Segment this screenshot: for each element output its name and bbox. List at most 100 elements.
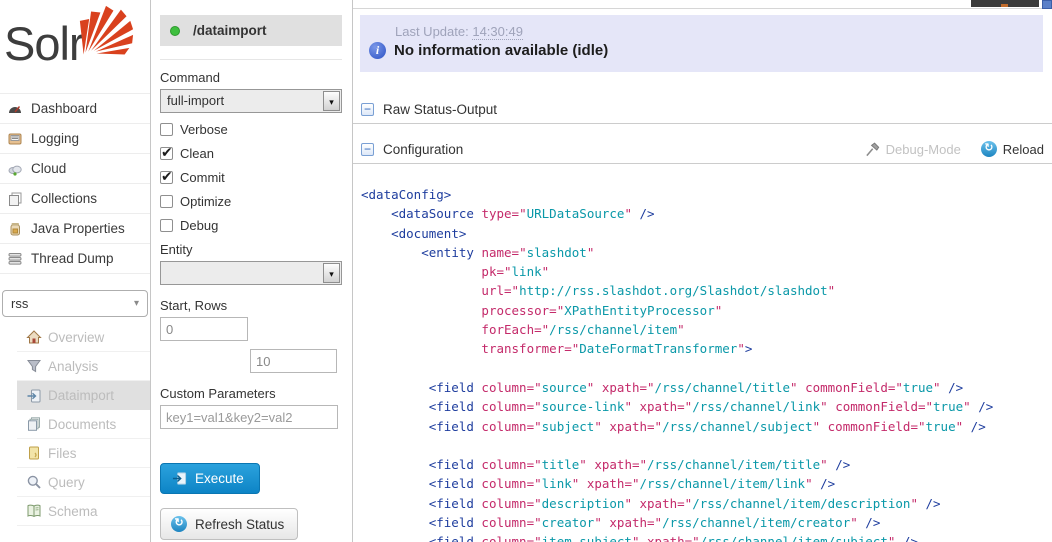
raw-status-output-section[interactable]: − Raw Status-Output xyxy=(353,99,1052,124)
status-dot-green xyxy=(170,26,180,36)
reload-icon: ↻ xyxy=(981,141,997,157)
command-select[interactable]: full-import ▾ xyxy=(160,89,342,113)
core-item-label: Documents xyxy=(48,417,116,432)
sidebar-item-label: Collections xyxy=(31,191,97,206)
custom-parameters-label: Custom Parameters xyxy=(160,386,342,401)
code-line: pk="link" xyxy=(361,262,1052,281)
screen-artifact-bar xyxy=(971,0,1039,7)
entity-label: Entity xyxy=(160,242,342,257)
code-line: <field column="title" xpath="/rss/channe… xyxy=(361,455,1052,474)
solr-burst-icon xyxy=(78,4,134,62)
collapse-icon[interactable]: − xyxy=(361,143,374,156)
sidebar-item-label: Logging xyxy=(31,131,79,146)
logging-icon xyxy=(7,131,23,147)
sidebar-item-dashboard[interactable]: Dashboard xyxy=(0,94,150,124)
book-icon xyxy=(26,503,42,519)
code-line: <field column="creator" xpath="/rss/chan… xyxy=(361,513,1052,532)
core-item-label: Files xyxy=(48,446,77,461)
divider xyxy=(160,59,342,60)
configuration-controls: Debug-Mode ↻ Reload xyxy=(865,141,1044,157)
code-line: <field column="source-link" xpath="/rss/… xyxy=(361,397,1052,416)
sidebar-item-java-properties[interactable]: Java Properties xyxy=(0,214,150,244)
solr-admin-app: Solr Dashboard Logging xyxy=(0,0,1052,542)
core-selector-dropdown[interactable]: rss ▾ xyxy=(2,290,148,317)
debug-mode-button[interactable]: Debug-Mode xyxy=(865,142,961,157)
rows-input[interactable] xyxy=(250,349,337,373)
clean-checkbox[interactable] xyxy=(160,147,173,160)
core-item-analysis[interactable]: Analysis xyxy=(17,352,150,381)
main-menu: Dashboard Logging Cloud Collections Java… xyxy=(0,93,150,274)
code-line xyxy=(361,359,1052,378)
screen-artifact-chip xyxy=(1042,0,1052,9)
clean-checkbox-row[interactable]: Clean xyxy=(160,146,342,161)
last-update-time: 14:30:49 xyxy=(472,24,523,40)
sidebar-item-thread-dump[interactable]: Thread Dump xyxy=(0,244,150,274)
chevron-down-icon: ▾ xyxy=(323,263,340,283)
debug-checkbox-row[interactable]: Debug xyxy=(160,218,342,233)
refresh-icon: ↻ xyxy=(171,516,187,532)
core-item-query[interactable]: Query xyxy=(17,468,150,497)
file-icon xyxy=(26,445,42,461)
core-item-schema[interactable]: Schema xyxy=(17,497,150,526)
core-item-files[interactable]: Files xyxy=(17,439,150,468)
code-line: <field column="source" xpath="/rss/chann… xyxy=(361,378,1052,397)
commit-label: Commit xyxy=(180,170,225,185)
commit-checkbox-row[interactable]: Commit xyxy=(160,170,342,185)
dataimport-content: Last Update: 14:30:49 i No information a… xyxy=(353,0,1052,542)
chevron-down-icon: ▾ xyxy=(134,298,139,309)
optimize-label: Optimize xyxy=(180,194,231,209)
verbose-checkbox[interactable] xyxy=(160,123,173,136)
info-icon: i xyxy=(369,42,386,59)
core-item-overview[interactable]: Overview xyxy=(17,323,150,352)
core-item-dataimport[interactable]: Dataimport xyxy=(17,381,150,410)
last-update-label: Last Update: xyxy=(395,24,469,39)
code-line: <field column="description" xpath="/rss/… xyxy=(361,494,1052,513)
code-line: transformer="DateFormatTransformer"> xyxy=(361,339,1052,358)
sidebar-item-label: Java Properties xyxy=(31,221,125,236)
code-line xyxy=(361,436,1052,455)
chevron-down-icon: ▾ xyxy=(323,91,340,111)
sidebar-item-logging[interactable]: Logging xyxy=(0,124,150,154)
handler-name: /dataimport xyxy=(193,23,267,38)
reload-button[interactable]: ↻ Reload xyxy=(981,141,1044,157)
core-item-label: Schema xyxy=(48,504,98,519)
code-line: <dataSource type="URLDataSource" /> xyxy=(361,204,1052,223)
debug-checkbox[interactable] xyxy=(160,219,173,232)
status-info-box: Last Update: 14:30:49 i No information a… xyxy=(360,15,1043,72)
configuration-section[interactable]: − Configuration Debug-Mode ↻ Reload xyxy=(353,139,1052,164)
custom-parameters-input[interactable] xyxy=(160,405,338,429)
magnifier-icon xyxy=(26,474,42,490)
optimize-checkbox-row[interactable]: Optimize xyxy=(160,194,342,209)
debug-label: Debug xyxy=(180,218,218,233)
clean-label: Clean xyxy=(180,146,214,161)
verbose-checkbox-row[interactable]: Verbose xyxy=(160,122,342,137)
raw-status-output-title: Raw Status-Output xyxy=(383,102,497,117)
status-message: No information available (idle) xyxy=(394,42,608,59)
core-item-documents[interactable]: Documents xyxy=(17,410,150,439)
optimize-checkbox[interactable] xyxy=(160,195,173,208)
code-line: <document> xyxy=(361,224,1052,243)
documents-icon xyxy=(26,416,42,432)
code-line: <field column="item-subject" xpath="/rss… xyxy=(361,532,1052,542)
dashboard-icon xyxy=(7,101,23,117)
entity-select[interactable]: ▾ xyxy=(160,261,342,285)
dataimport-form-panel: /dataimport Command full-import ▾ Verbos… xyxy=(151,0,353,542)
sidebar: Solr Dashboard Logging xyxy=(0,0,151,542)
sidebar-item-cloud[interactable]: Cloud xyxy=(0,154,150,184)
solr-logo[interactable]: Solr xyxy=(0,0,150,93)
commit-checkbox[interactable] xyxy=(160,171,173,184)
java-properties-icon xyxy=(7,221,23,237)
refresh-status-button[interactable]: ↻ Refresh Status xyxy=(160,508,298,540)
collapse-icon[interactable]: − xyxy=(361,103,374,116)
start-input[interactable] xyxy=(160,317,248,341)
screen-artifact-line xyxy=(353,8,1052,9)
execute-label: Execute xyxy=(195,471,244,486)
code-line: <dataConfig> xyxy=(361,185,1052,204)
code-line: processor="XPathEntityProcessor" xyxy=(361,301,1052,320)
refresh-status-label: Refresh Status xyxy=(195,517,284,532)
sidebar-item-collections[interactable]: Collections xyxy=(0,184,150,214)
last-update: Last Update: 14:30:49 xyxy=(395,24,1043,39)
collections-icon xyxy=(7,191,23,207)
execute-import-icon xyxy=(172,471,187,486)
execute-button[interactable]: Execute xyxy=(160,463,260,494)
